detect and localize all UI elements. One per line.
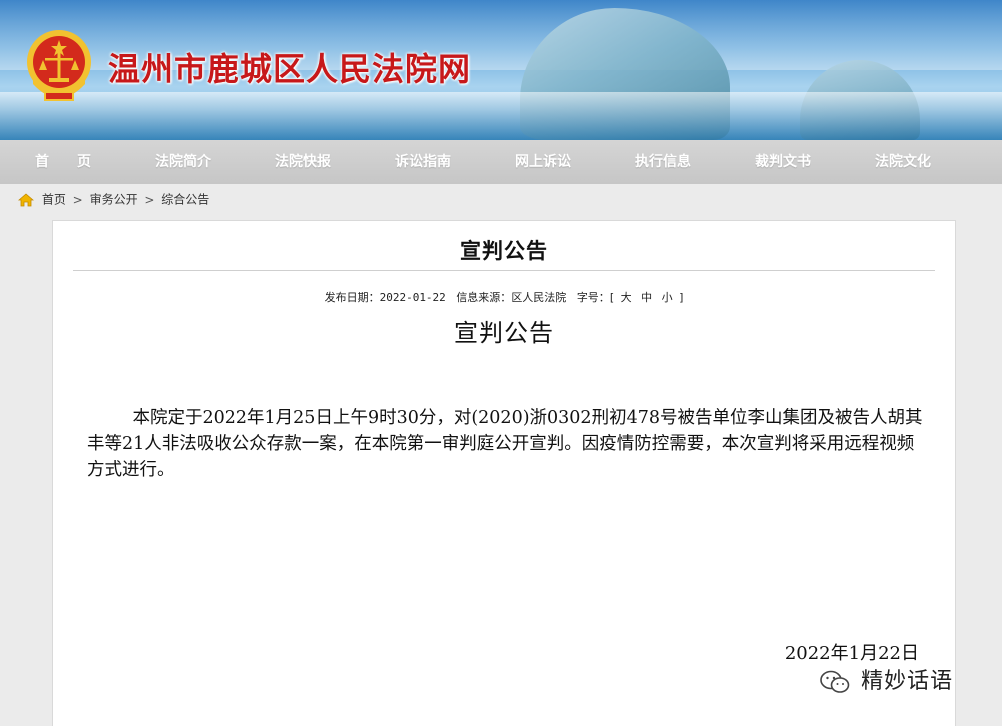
font-size-medium[interactable]: 中 bbox=[641, 291, 652, 304]
banner-sea bbox=[0, 92, 1002, 140]
watermark-text: 精妙话语 bbox=[861, 668, 954, 694]
nav-item-execution[interactable]: 执行信息 bbox=[603, 140, 723, 184]
font-size-label: 字号： bbox=[576, 291, 610, 304]
title-divider bbox=[73, 270, 935, 271]
nav-item-culture[interactable]: 法院文化 bbox=[843, 140, 963, 184]
article-title: 宣判公告 bbox=[460, 239, 548, 263]
font-size-large[interactable]: 大 bbox=[621, 291, 632, 304]
breadcrumb-separator: > bbox=[144, 192, 155, 207]
home-icon bbox=[18, 192, 34, 206]
wechat-icon bbox=[820, 670, 850, 693]
nav-item-home[interactable]: 首 页 bbox=[3, 140, 123, 184]
date-label: 发布日期： bbox=[324, 291, 380, 304]
nav-item-guide[interactable]: 诉讼指南 bbox=[363, 140, 483, 184]
source-label: 信息来源： bbox=[456, 291, 512, 304]
nav-item-judgments[interactable]: 裁判文书 bbox=[723, 140, 843, 184]
breadcrumb-affairs[interactable]: 审务公开 bbox=[90, 193, 138, 207]
site-title[interactable]: 温州市鹿城区人民法院网 bbox=[108, 44, 471, 90]
font-size-small[interactable]: 小 bbox=[662, 291, 673, 304]
bracket-close: ] bbox=[679, 291, 684, 304]
article-body: 本院定于2022年1月25日上午9时30分，对(2020)浙0302刑初478号… bbox=[87, 408, 923, 480]
nav-item-about[interactable]: 法院简介 bbox=[123, 140, 243, 184]
article-card: 宣判公告 发布日期：2022-01-22 信息来源：区人民法院 字号：[ 大 中… bbox=[52, 220, 956, 726]
source-value: 区人民法院 bbox=[511, 291, 567, 304]
breadcrumb: 首页 > 审务公开 > 综合公告 bbox=[18, 189, 209, 209]
nav-item-news[interactable]: 法院快报 bbox=[243, 140, 363, 184]
bracket-open: [ bbox=[609, 291, 615, 304]
main-nav: 首 页 法院简介 法院快报 诉讼指南 网上诉讼 执行信息 裁判文书 法院文化 bbox=[0, 140, 1002, 184]
signature-date: 2022年1月22日 bbox=[784, 643, 919, 664]
court-emblem-icon[interactable] bbox=[25, 28, 93, 106]
document-title: 宣判公告 bbox=[454, 319, 554, 347]
breadcrumb-separator: > bbox=[72, 192, 83, 207]
watermark: 精妙话语 bbox=[820, 664, 953, 698]
date-value: 2022-01-22 bbox=[379, 291, 446, 304]
article-meta: 发布日期：2022-01-22 信息来源：区人民法院 字号：[ 大 中 小 ] bbox=[53, 289, 955, 305]
header-banner: 温州市鹿城区人民法院网 bbox=[0, 0, 1002, 140]
breadcrumb-notices[interactable]: 综合公告 bbox=[161, 193, 209, 207]
nav-item-online[interactable]: 网上诉讼 bbox=[483, 140, 603, 184]
breadcrumb-home[interactable]: 首页 bbox=[42, 193, 66, 207]
